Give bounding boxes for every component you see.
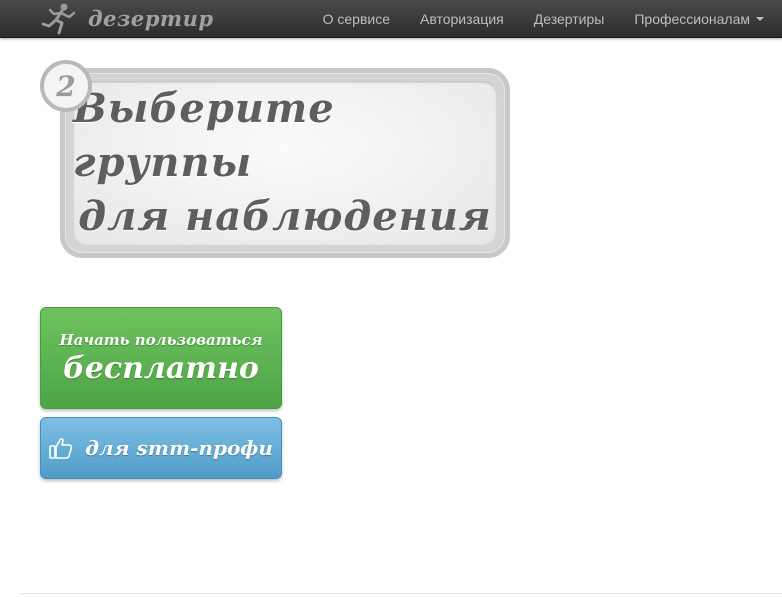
brand-name: дезертир [88,6,214,31]
running-man-icon [41,3,76,35]
step-heading-line2: для наблюдения [78,193,492,240]
step-card: Выберите группы для наблюдения [60,68,510,258]
nav-dropdown-professionals[interactable]: Профессионалам [634,11,764,27]
main-nav: О сервисе Авторизация Дезертиры Професси… [293,0,764,37]
smm-pro-button-label: для smm-профи [85,436,273,460]
top-navbar: дезертир О сервисе Авторизация Дезертиры… [0,0,782,38]
nav-link-about[interactable]: О сервисе [323,11,390,27]
step-number-badge: 2 [40,60,92,112]
footer-divider [20,593,782,594]
step-card-inner: Выберите группы для наблюдения [73,81,497,245]
caret-down-icon [756,16,764,21]
start-free-button-label: бесплатно [63,350,259,386]
brand-link[interactable]: дезертир [40,2,214,35]
nav-link-deserters[interactable]: Дезертиры [534,11,605,27]
nav-dropdown-label: Профессионалам [634,10,750,27]
start-free-button-caption: Начать пользоваться [59,330,263,349]
start-free-button[interactable]: Начать пользоваться бесплатно [40,307,282,409]
step-heading-line1: Выберите группы [73,85,335,186]
thumbs-up-icon [49,438,73,459]
smm-pro-button[interactable]: для smm-профи [40,417,282,479]
nav-link-login[interactable]: Авторизация [420,11,504,27]
